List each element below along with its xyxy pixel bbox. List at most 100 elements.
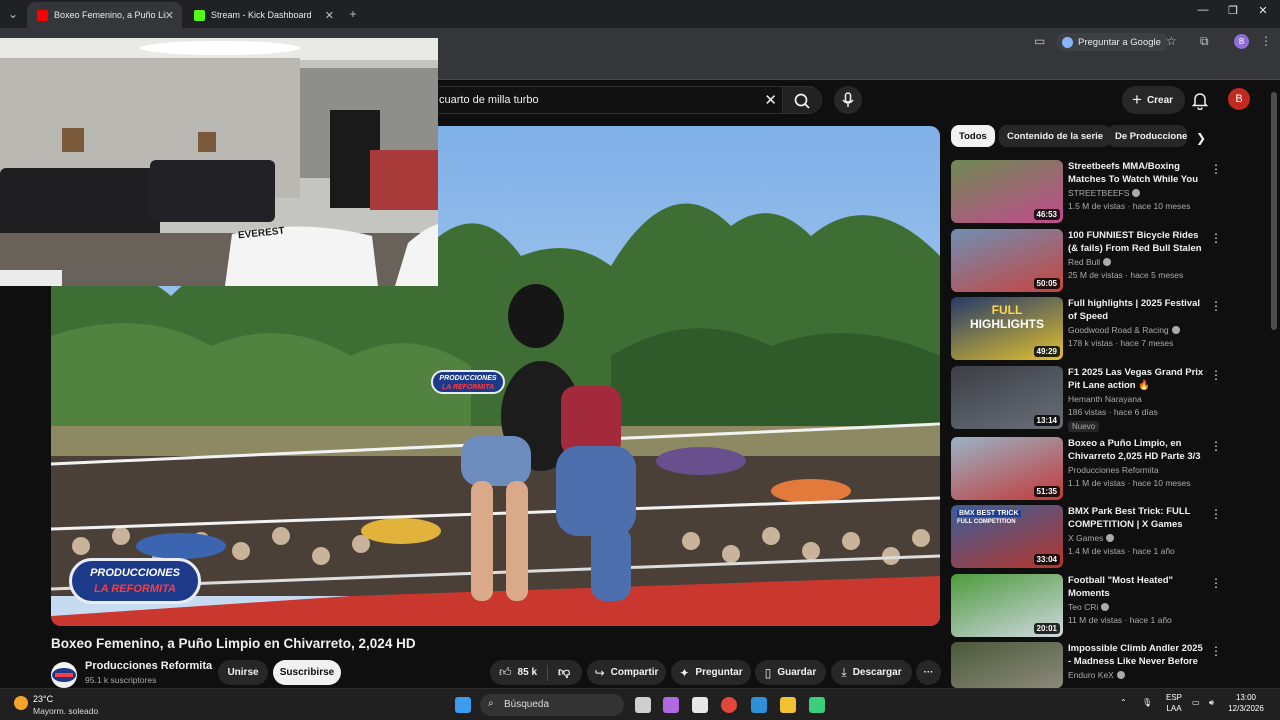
join-button[interactable]: Unirse <box>218 660 268 685</box>
create-button[interactable]: + Crear <box>1122 86 1186 114</box>
recommendation-item[interactable]: 20:01 Football "Most Heated" Moments Teo C… <box>951 574 1222 638</box>
keyboard-layout[interactable]: LAA <box>1164 704 1184 713</box>
recommendation-item[interactable]: 46:53 Streetbeefs MMA/Boxing Matches To W… <box>951 160 1222 224</box>
account-avatar[interactable]: B <box>1228 88 1250 110</box>
minimize-icon[interactable]: — <box>1186 4 1220 16</box>
weather-temperature[interactable]: 23°C <box>33 694 53 704</box>
close-tab-icon[interactable]: ✕ <box>165 9 174 22</box>
browser-profile-avatar[interactable]: B <box>1234 34 1249 49</box>
recommendation-title[interactable]: Football "Most Heated" Moments <box>1068 574 1206 600</box>
page-scrollbar[interactable] <box>1271 92 1277 330</box>
more-options-icon[interactable]: ⋮ <box>1210 439 1222 453</box>
recommendation-title[interactable]: Streetbeefs MMA/Boxing Matches To Watch … <box>1068 160 1206 186</box>
more-options-icon[interactable]: ⋮ <box>1210 162 1222 176</box>
browser-menu-icon[interactable]: ⋮ <box>1260 34 1272 48</box>
recommendation-thumbnail[interactable]: 51:35 <box>951 437 1063 500</box>
restore-icon[interactable]: ❐ <box>1216 4 1250 17</box>
more-options-icon[interactable]: ⋮ <box>1210 576 1222 590</box>
tray-chevron-icon[interactable]: ⌃ <box>1120 698 1127 707</box>
recommendation-item[interactable]: FULL HIGHLIGHTS 49:29 Full highlights | 202… <box>951 297 1222 361</box>
kick-app-icon[interactable] <box>809 697 825 713</box>
chip-serie[interactable]: Contenido de la serie <box>999 125 1112 147</box>
recommendation-thumbnail[interactable]: 50:05 <box>951 229 1063 292</box>
clock-time[interactable]: 13:00 <box>1226 693 1266 702</box>
recommendation-item[interactable]: 51:35 Boxeo a Puño Limpio, en Chivarreto … <box>951 437 1222 501</box>
microphone-tray-icon[interactable]: 🎙︎ <box>1142 698 1152 707</box>
share-button[interactable]: ↪ Compartir <box>587 660 666 685</box>
recommendation-title[interactable]: BMX Park Best Trick: FULL COMPETITION | … <box>1068 505 1206 531</box>
chip-channel[interactable]: De Producciones Reformita <box>1107 125 1187 147</box>
dislike-icon[interactable]: 👎︎ <box>558 665 570 680</box>
voice-search-button[interactable] <box>834 86 862 114</box>
channel-name[interactable]: Producciones Reformita <box>85 660 212 672</box>
file-explorer-icon[interactable] <box>780 697 796 713</box>
more-options-icon[interactable]: ⋮ <box>1210 368 1222 382</box>
weather-sun-icon[interactable] <box>14 696 28 710</box>
task-view-icon[interactable] <box>635 697 651 713</box>
chrome-icon[interactable] <box>721 697 737 713</box>
like-icon[interactable]: 👍︎ <box>499 665 512 680</box>
recommendation-channel[interactable]: Teo CRi <box>1068 602 1110 612</box>
clock-date[interactable]: 12/3/2026 <box>1226 704 1266 713</box>
recommendation-channel[interactable]: Hemanth Narayana <box>1068 394 1142 404</box>
tab-youtube[interactable]: Boxeo Femenino, a Puño Limpio ✕ <box>27 2 182 28</box>
new-tab-button[interactable]: + <box>344 5 362 23</box>
volume-icon[interactable]: 🔊︎ <box>1209 698 1214 708</box>
more-options-icon[interactable]: ⋮ <box>1210 231 1222 245</box>
clear-search-icon[interactable]: ✕ <box>764 91 777 109</box>
recommendation-title[interactable]: Impossible Climb Andler 2025 - Madness L… <box>1068 642 1206 668</box>
recommendation-channel[interactable]: STREETBEEFS <box>1068 188 1141 198</box>
chevron-right-icon[interactable]: ❯ <box>1196 131 1206 145</box>
recommendation-channel[interactable]: Red Bull <box>1068 257 1112 267</box>
language-code[interactable]: ESP <box>1164 693 1184 702</box>
recommendation-item[interactable]: Impossible Climb Andler 2025 - Madness L… <box>951 642 1222 688</box>
extensions-icon[interactable]: ⧉ <box>1200 34 1209 49</box>
ask-google-button[interactable]: Preguntar a Google <box>1056 33 1169 51</box>
tab-search-button[interactable]: ⌄ <box>4 5 22 23</box>
recommendation-thumbnail[interactable]: 46:53 <box>951 160 1063 223</box>
recommendation-thumbnail[interactable] <box>951 642 1063 688</box>
download-button[interactable]: ⤓ Descargar <box>831 660 912 685</box>
recommendation-title[interactable]: 100 FUNNIEST Bicycle Rides (& fails) Fro… <box>1068 229 1206 255</box>
subscribe-button[interactable]: Suscribirse <box>273 660 341 685</box>
notifications-bell-icon[interactable] <box>1191 90 1209 110</box>
recommendation-thumbnail[interactable]: 20:01 <box>951 574 1063 637</box>
recommendation-channel[interactable]: Producciones Reformita <box>1068 465 1159 475</box>
more-actions-button[interactable]: ··· <box>916 660 941 685</box>
ask-button[interactable]: ✦ Preguntar <box>671 660 751 685</box>
search-button[interactable] <box>782 86 822 114</box>
network-icon[interactable]: ▭ <box>1192 698 1200 707</box>
weather-description[interactable]: Mayorm. soleado <box>33 706 98 716</box>
recommendation-thumbnail[interactable]: FULL HIGHLIGHTS 49:29 <box>951 297 1063 360</box>
recommendation-channel[interactable]: X Games <box>1068 533 1115 543</box>
taskbar-search[interactable]: ⌕ Búsqueda <box>480 694 624 716</box>
recommendation-item[interactable]: BMX BEST TRICK FULL COMPETITION 33:04 BMX P… <box>951 505 1222 569</box>
recommendation-item[interactable]: 13:14 F1 2025 Las Vegas Grand Prix Pit La… <box>951 366 1222 432</box>
more-options-icon[interactable]: ⋮ <box>1210 507 1222 521</box>
chip-todos[interactable]: Todos <box>951 125 995 147</box>
copilot-icon[interactable] <box>663 697 679 713</box>
thumbnail-overlay-text: FULL <box>991 303 1023 317</box>
recommendation-thumbnail[interactable]: BMX BEST TRICK FULL COMPETITION 33:04 <box>951 505 1063 568</box>
close-window-icon[interactable]: ✕ <box>1246 4 1280 17</box>
recommendation-channel[interactable]: Enduro KeX <box>1068 670 1125 680</box>
tab-kick-dashboard[interactable]: Stream - Kick Dashboard ✕ <box>184 2 342 28</box>
more-options-icon[interactable]: ⋮ <box>1210 299 1222 313</box>
like-count[interactable]: 85 k <box>518 667 537 678</box>
recommendation-title[interactable]: F1 2025 Las Vegas Grand Prix Pit Lane ac… <box>1068 366 1206 392</box>
more-options-icon[interactable]: ⋮ <box>1210 644 1222 658</box>
bookmark-star-icon[interactable]: ☆ <box>1166 34 1177 48</box>
cast-icon[interactable]: ▭ <box>1034 34 1045 48</box>
remote-desktop-icon[interactable] <box>751 697 767 713</box>
recommendation-title[interactable]: Full highlights | 2025 Festival of Speed <box>1068 297 1206 323</box>
search-input[interactable]: cuarto de milla turbo ✕ <box>420 86 790 114</box>
recommendation-channel[interactable]: Goodwood Road & Racing <box>1068 325 1180 335</box>
store-icon[interactable] <box>692 697 708 713</box>
close-tab-icon[interactable]: ✕ <box>325 9 334 22</box>
recommendation-title[interactable]: Boxeo a Puño Limpio, en Chivarreto 2,025… <box>1068 437 1206 463</box>
recommendation-item[interactable]: 50:05 100 FUNNIEST Bicycle Rides (& fails… <box>951 229 1222 293</box>
windows-start-icon[interactable] <box>455 697 471 713</box>
recommendation-thumbnail[interactable]: 13:14 <box>951 366 1063 429</box>
channel-avatar[interactable] <box>51 662 77 688</box>
save-button[interactable]: ▯ Guardar <box>755 660 826 685</box>
